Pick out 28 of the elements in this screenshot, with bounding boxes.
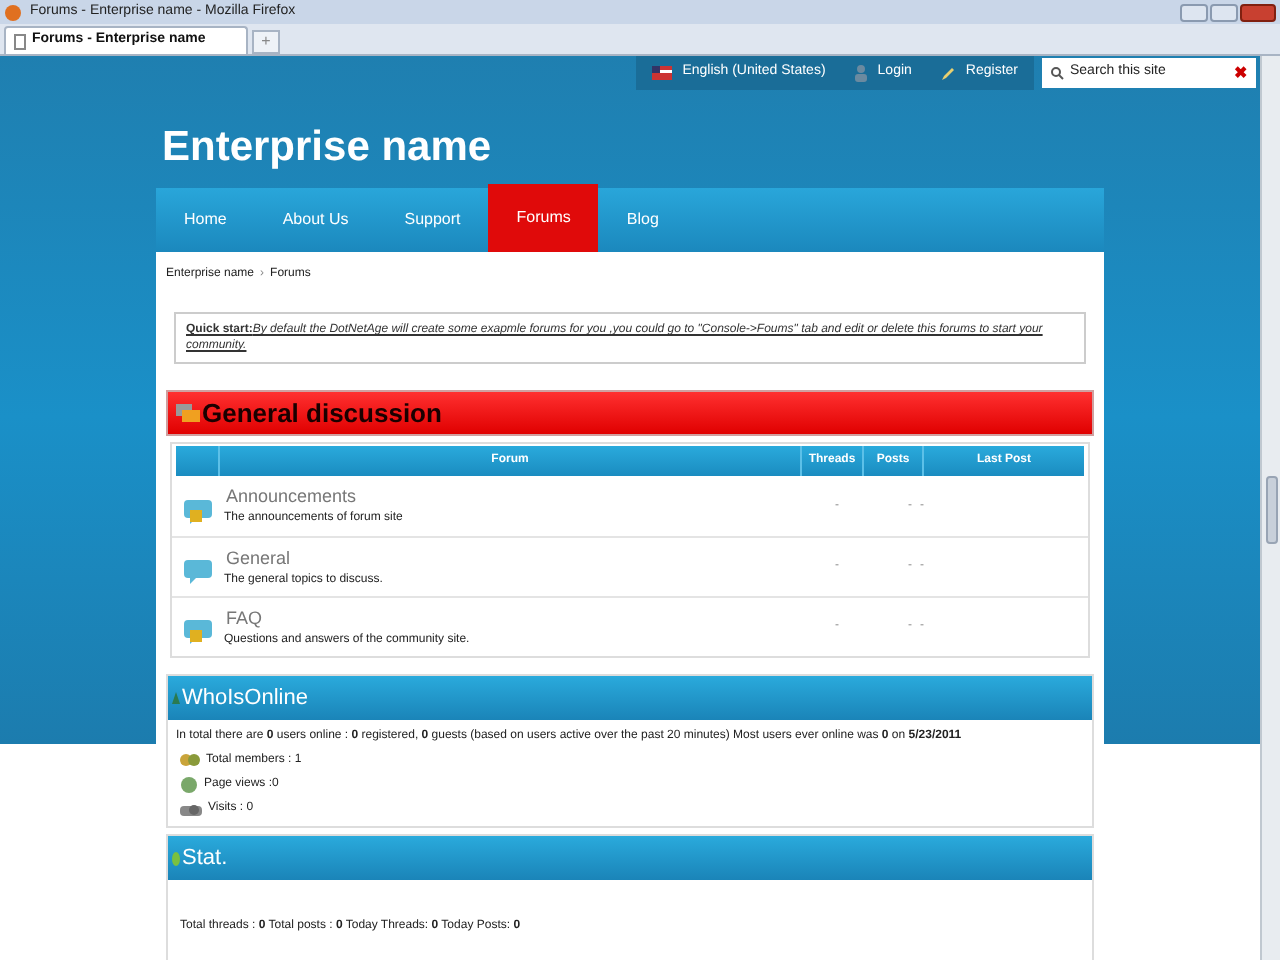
pencil-icon [939,65,956,81]
page-icon [14,33,26,49]
visits-icon [180,801,202,817]
nav-tab[interactable]: Home [156,188,255,252]
nav-tab[interactable]: About Us [254,188,377,252]
browser-icon [4,3,22,21]
forum-name-link[interactable]: FAQ [224,609,806,627]
section-title: Stat. [182,843,228,874]
scroll-thumb[interactable] [1265,476,1277,544]
minimize-button[interactable] [1180,3,1208,21]
search-icon [1050,66,1064,80]
nav-tab[interactable]: Blog [598,188,687,252]
category-title: General discussion [202,395,442,432]
maximize-button[interactable] [1210,3,1238,21]
close-button[interactable] [1240,3,1276,21]
section-title: WhoIsOnline [182,683,308,714]
people-icon [180,752,200,770]
user-icon [853,64,868,82]
clear-search-button[interactable]: ✖ [1234,61,1248,85]
new-tab-button[interactable]: + [252,30,280,54]
forum-name-link[interactable]: Announcements [224,488,806,506]
nav-tab[interactable]: Support [376,188,489,252]
speech-bubbles-icon [176,403,200,423]
flag-icon [652,66,673,80]
site-title[interactable]: Enterprise name [162,126,492,168]
leaf-icon [172,851,180,865]
forum-name-link[interactable]: General [224,549,806,567]
nav-tab[interactable]: Forums [488,184,599,252]
